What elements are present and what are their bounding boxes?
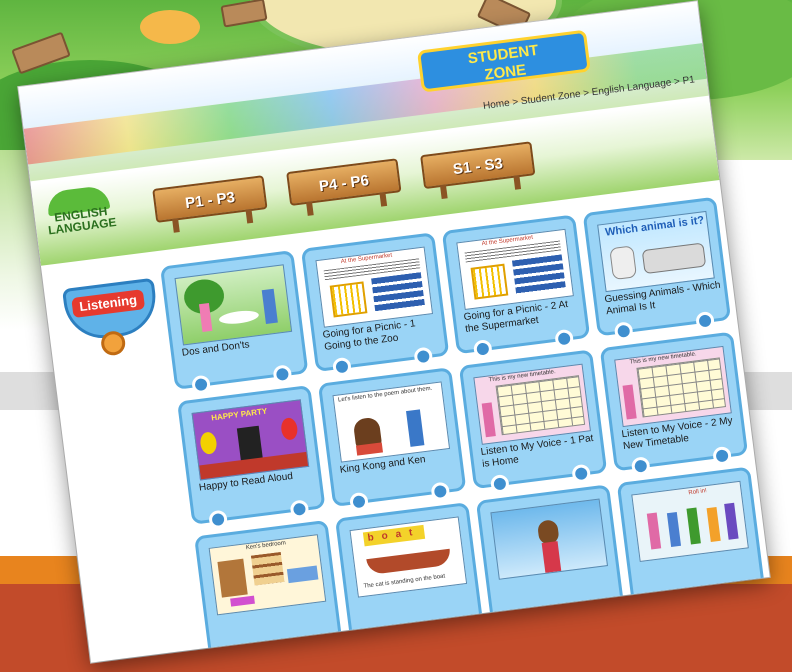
breadcrumb-current: P1: [681, 74, 696, 87]
wheel-icon: [208, 509, 229, 530]
activity-tile-guessing-animals[interactable]: Which animal is it? Guessing Animals - W…: [582, 196, 732, 342]
dog-figure: [609, 245, 638, 281]
letter-tile: t: [408, 526, 422, 539]
bookshelf-shape: [250, 551, 285, 586]
level-tab-label: P4 - P6: [318, 172, 370, 196]
picnic-table-shape: [218, 308, 260, 326]
timetable-grid: [495, 375, 586, 436]
activity-thumbnail: Let's listen to the poem about them.: [332, 381, 451, 463]
activity-thumbnail: [174, 264, 293, 346]
wheel-icon: [348, 491, 370, 512]
thumbnail-caption: The cat is standing on the boat: [363, 573, 446, 590]
wheel-icon: [413, 346, 434, 367]
thumbnail-heading: Ken's bedroom: [245, 540, 287, 552]
balloon: [280, 416, 299, 441]
wheel-icon: [472, 338, 493, 360]
map-bush: [140, 10, 200, 44]
boy-figure: [261, 288, 278, 324]
activity-thumbnail: [490, 498, 609, 580]
trolley-icon: [470, 263, 509, 300]
drum-shape: [355, 442, 383, 456]
thumbnail-heading: Let's listen to the poem about them.: [337, 385, 433, 404]
timetable-grid: [636, 357, 727, 418]
wheel-icon: [571, 463, 592, 484]
activity-thumbnail: At the Supermarket: [315, 246, 434, 328]
sign-text: Roll in!: [688, 488, 708, 497]
letter-tiles: boat: [362, 524, 426, 547]
activity-thumbnail: Which animal is it?: [597, 210, 715, 293]
boy-figure: [406, 409, 425, 447]
activity-tile-dos-and-donts[interactable]: Dos and Don'ts: [159, 250, 309, 395]
bed-shape: [286, 565, 319, 584]
banner-text: HAPPY PARTY: [210, 406, 268, 423]
wheel-icon: [191, 374, 212, 395]
child-figure: [541, 541, 562, 573]
word-buttons: [371, 272, 425, 313]
wheel-icon: [554, 328, 575, 349]
activity-tile-listen-voice-2[interactable]: This is my new timetable. Listen to My V…: [599, 331, 749, 477]
activity-thumbnail: HAPPY PARTY: [191, 399, 310, 481]
table-shape: [230, 595, 255, 607]
wheel-icon: [695, 310, 716, 331]
child-figure: [724, 502, 739, 540]
wheel-icon: [630, 456, 651, 477]
wheel-icon: [331, 356, 353, 377]
horse-figure: [641, 242, 707, 275]
child-figure: [686, 507, 701, 545]
listening-category[interactable]: Listening: [57, 268, 163, 365]
child-figure: [646, 512, 662, 550]
boat-shape: [366, 548, 452, 576]
level-tab-label: S1 - S3: [452, 155, 504, 179]
wheel-icon: [289, 499, 310, 520]
activity-thumbnail: Roll in!: [631, 480, 749, 563]
activity-thumbnail: boat The cat is standing on the boat: [349, 516, 468, 598]
activity-tile-picnic-zoo[interactable]: At the Supermarket Going for a Picnic - …: [300, 232, 450, 377]
activity-thumbnail: At the Supermarket: [456, 228, 574, 310]
breadcrumb-home[interactable]: Home: [482, 98, 510, 112]
child-figure: [706, 506, 721, 542]
wardrobe-shape: [217, 558, 248, 598]
word-buttons: [511, 254, 566, 295]
activity-tile-listen-voice-1[interactable]: This is my new timetable. Listen to My V…: [458, 349, 608, 494]
letter-tile: a: [394, 527, 410, 541]
activity-tile-happy-to-read[interactable]: HAPPY PARTY Happy to Read Aloud: [177, 384, 326, 530]
letter-tile: b: [366, 531, 383, 544]
girl-figure: [481, 402, 496, 438]
activity-thumbnail: Ken's bedroom: [208, 534, 327, 616]
wheel-icon: [489, 473, 510, 494]
wheel-icon: [613, 321, 634, 342]
balloon: [199, 431, 218, 456]
child-figure: [666, 511, 682, 547]
activity-tile-king-kong[interactable]: Let's listen to the poem about them. Kin…: [317, 367, 467, 512]
english-language-badge: ENGLISH LANGUAGE: [36, 183, 127, 257]
student-zone-screenshot: STUDENT ZONE Home > Student Zone > Engli…: [18, 1, 770, 663]
activity-tile-picnic-supermarket[interactable]: At the Supermarket Going for a Picnic - …: [441, 214, 591, 360]
activity-thumbnail: This is my new timetable.: [473, 363, 591, 445]
trolley-icon: [329, 281, 368, 318]
thumbnail-heading: Which animal is it?: [604, 214, 705, 239]
level-tab-label: P1 - P3: [184, 188, 236, 213]
girl-figure: [622, 384, 637, 420]
wheel-icon: [712, 445, 733, 466]
wheel-icon: [430, 481, 451, 502]
wheel-icon: [272, 364, 293, 385]
activity-thumbnail: This is my new timetable.: [614, 345, 732, 428]
